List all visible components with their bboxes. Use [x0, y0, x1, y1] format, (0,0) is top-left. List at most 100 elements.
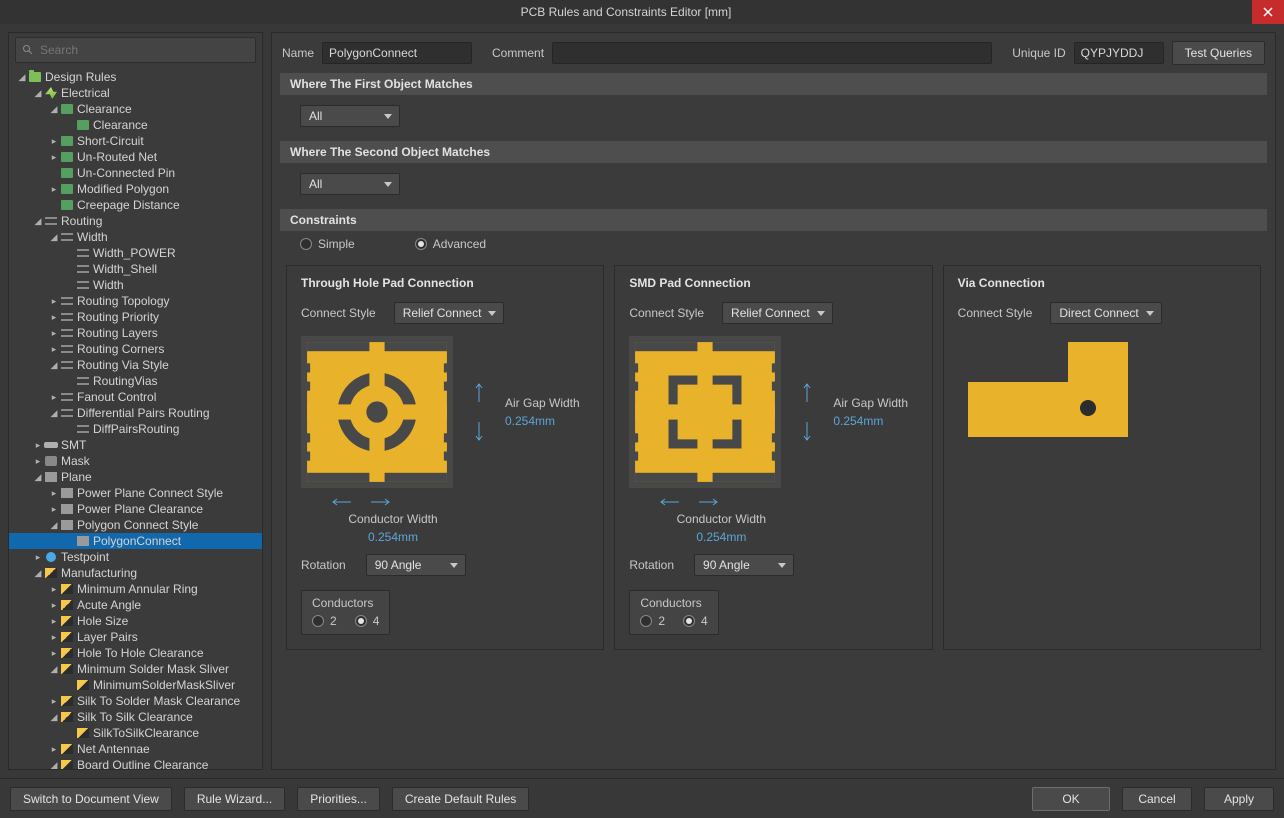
priorities-button[interactable]: Priorities... [297, 787, 380, 811]
tree-item[interactable]: ◢Polygon Connect Style [9, 517, 262, 533]
conductor-width-value[interactable]: 0.254mm [696, 530, 746, 544]
collapse-icon[interactable]: ▸ [49, 696, 59, 707]
conductor-width-value[interactable]: 0.254mm [368, 530, 418, 544]
collapse-icon[interactable]: ▸ [33, 440, 43, 451]
collapse-icon[interactable]: ▸ [33, 552, 43, 563]
second-match-scope-dropdown[interactable]: All [300, 173, 400, 195]
cancel-button[interactable]: Cancel [1122, 787, 1192, 811]
tree-item[interactable]: ▸Modified Polygon [9, 181, 262, 197]
expand-icon[interactable]: ◢ [17, 72, 27, 83]
tree-item[interactable]: ◢Differential Pairs Routing [9, 405, 262, 421]
collapse-icon[interactable]: ▸ [49, 488, 59, 499]
uniqueid-field[interactable] [1074, 42, 1164, 64]
expand-icon[interactable]: ◢ [33, 88, 43, 99]
collapse-icon[interactable]: ▸ [49, 296, 59, 307]
tree-item[interactable]: ◢Plane [9, 469, 262, 485]
tree-item[interactable]: RoutingVias [9, 373, 262, 389]
tree-item[interactable]: MinimumSolderMaskSliver [9, 677, 262, 693]
tree-item[interactable]: Width_POWER [9, 245, 262, 261]
tree-item[interactable]: Un-Connected Pin [9, 165, 262, 181]
tree-item[interactable]: Width_Shell [9, 261, 262, 277]
tree-item[interactable]: ▸Hole Size [9, 613, 262, 629]
collapse-icon[interactable]: ▸ [49, 744, 59, 755]
collapse-icon[interactable]: ▸ [49, 136, 59, 147]
tree-item[interactable]: ◢Routing [9, 213, 262, 229]
tree-item[interactable]: ◢Minimum Solder Mask Sliver [9, 661, 262, 677]
th-rotation-dropdown[interactable]: 90 Angle [366, 554, 466, 576]
tree-item[interactable]: PolygonConnect [9, 533, 262, 549]
collapse-icon[interactable]: ▸ [49, 152, 59, 163]
expand-icon[interactable]: ◢ [49, 408, 59, 419]
expand-icon[interactable]: ◢ [49, 520, 59, 531]
expand-icon[interactable]: ◢ [49, 104, 59, 115]
collapse-icon[interactable]: ▸ [49, 616, 59, 627]
tree-item[interactable]: Creepage Distance [9, 197, 262, 213]
tree-item[interactable]: ▸Hole To Hole Clearance [9, 645, 262, 661]
th-conductors-2-radio[interactable]: 2 [312, 614, 337, 628]
search-input[interactable] [40, 43, 249, 57]
expand-icon[interactable]: ◢ [33, 472, 43, 483]
mode-simple-radio[interactable]: Simple [300, 237, 355, 251]
comment-field[interactable] [552, 42, 992, 64]
tree-item[interactable]: ▸Routing Corners [9, 341, 262, 357]
collapse-icon[interactable]: ▸ [49, 648, 59, 659]
tree-item[interactable]: ▸Routing Topology [9, 293, 262, 309]
collapse-icon[interactable]: ▸ [49, 312, 59, 323]
tree-item[interactable]: Clearance [9, 117, 262, 133]
first-match-scope-dropdown[interactable]: All [300, 105, 400, 127]
search-box[interactable] [15, 37, 256, 63]
collapse-icon[interactable]: ▸ [49, 600, 59, 611]
tree-item[interactable]: ◢Manufacturing [9, 565, 262, 581]
rule-wizard-button[interactable]: Rule Wizard... [184, 787, 285, 811]
tree-item[interactable]: ◢Design Rules [9, 69, 262, 85]
tree-item[interactable]: DiffPairsRouting [9, 421, 262, 437]
smd-conductors-2-radio[interactable]: 2 [640, 614, 665, 628]
create-default-rules-button[interactable]: Create Default Rules [392, 787, 529, 811]
collapse-icon[interactable]: ▸ [49, 392, 59, 403]
tree-item[interactable]: ◢Width [9, 229, 262, 245]
tree-item[interactable]: ▸Testpoint [9, 549, 262, 565]
air-gap-value[interactable]: 0.254mm [505, 414, 580, 428]
collapse-icon[interactable]: ▸ [49, 632, 59, 643]
th-conductors-4-radio[interactable]: 4 [355, 614, 380, 628]
collapse-icon[interactable]: ▸ [49, 504, 59, 515]
tree-item[interactable]: ▸Acute Angle [9, 597, 262, 613]
apply-button[interactable]: Apply [1204, 787, 1274, 811]
collapse-icon[interactable]: ▸ [33, 456, 43, 467]
collapse-icon[interactable]: ▸ [49, 584, 59, 595]
expand-icon[interactable]: ◢ [49, 760, 59, 770]
tree-item[interactable]: ▸Power Plane Clearance [9, 501, 262, 517]
th-connect-style-dropdown[interactable]: Relief Connect [394, 302, 505, 324]
collapse-icon[interactable]: ▸ [49, 344, 59, 355]
tree-item[interactable]: ▸Un-Routed Net [9, 149, 262, 165]
close-button[interactable] [1252, 0, 1284, 24]
smd-conductors-4-radio[interactable]: 4 [683, 614, 708, 628]
mode-advanced-radio[interactable]: Advanced [415, 237, 486, 251]
collapse-icon[interactable]: ▸ [49, 328, 59, 339]
expand-icon[interactable]: ◢ [33, 568, 43, 579]
ok-button[interactable]: OK [1032, 787, 1110, 811]
expand-icon[interactable]: ◢ [49, 232, 59, 243]
tree-item[interactable]: ▸Silk To Solder Mask Clearance [9, 693, 262, 709]
tree-item[interactable]: ▸Mask [9, 453, 262, 469]
expand-icon[interactable]: ◢ [49, 360, 59, 371]
tree-item[interactable]: SilkToSilkClearance [9, 725, 262, 741]
tree-item[interactable]: ▸Short-Circuit [9, 133, 262, 149]
smd-connect-style-dropdown[interactable]: Relief Connect [722, 302, 833, 324]
tree-item[interactable]: ◢Board Outline Clearance [9, 757, 262, 769]
test-queries-button[interactable]: Test Queries [1172, 41, 1265, 65]
tree-item[interactable]: ◢Clearance [9, 101, 262, 117]
tree-item[interactable]: ◢Routing Via Style [9, 357, 262, 373]
tree-item[interactable]: ▸Power Plane Connect Style [9, 485, 262, 501]
tree-item[interactable]: Width [9, 277, 262, 293]
tree-item[interactable]: ◢Electrical [9, 85, 262, 101]
switch-doc-view-button[interactable]: Switch to Document View [10, 787, 172, 811]
rules-tree[interactable]: ◢Design Rules◢Electrical◢ClearanceCleara… [9, 67, 262, 769]
tree-item[interactable]: ▸Minimum Annular Ring [9, 581, 262, 597]
tree-item[interactable]: ◢Silk To Silk Clearance [9, 709, 262, 725]
tree-item[interactable]: ▸Routing Layers [9, 325, 262, 341]
name-field[interactable] [322, 42, 472, 64]
air-gap-value[interactable]: 0.254mm [833, 414, 908, 428]
collapse-icon[interactable]: ▸ [49, 184, 59, 195]
via-connect-style-dropdown[interactable]: Direct Connect [1050, 302, 1161, 324]
